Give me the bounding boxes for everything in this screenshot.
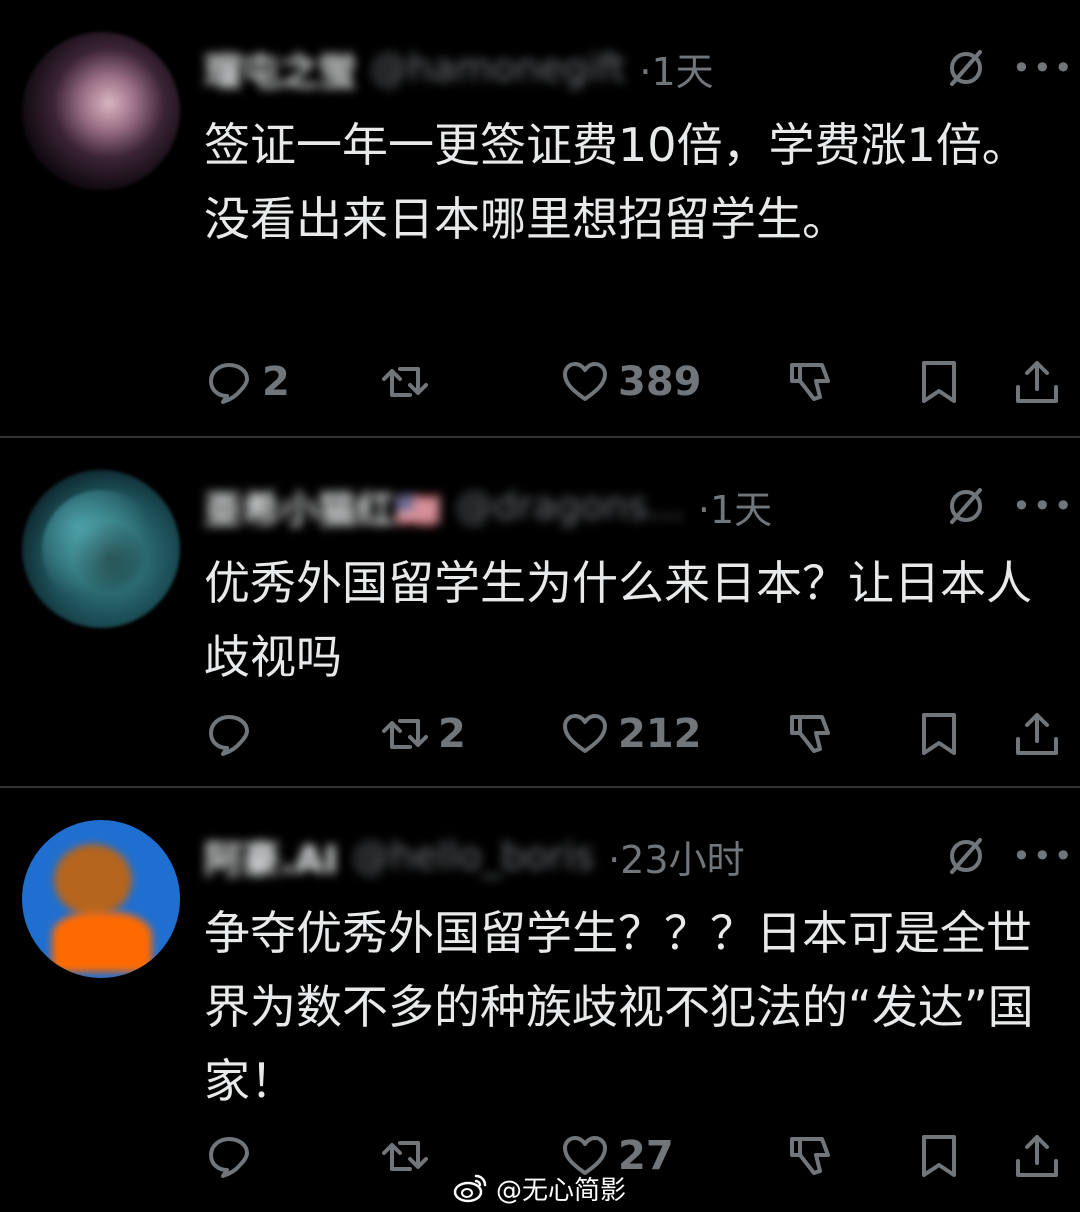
retweet-button[interactable] [380, 352, 438, 412]
more-icon[interactable]: ••• [1012, 838, 1073, 874]
more-icon[interactable]: ••• [1012, 488, 1073, 524]
bookmark-icon [922, 1135, 956, 1177]
share-icon [1016, 361, 1058, 403]
action-bar: 2 389 [204, 352, 1064, 412]
timestamp[interactable]: ·23小时 [608, 829, 744, 884]
like-count: 212 [618, 711, 702, 757]
reply-count: 2 [262, 359, 290, 405]
like-count: 27 [618, 1133, 674, 1179]
tweet-header: 瑠屯之蛍 @hamonegift ·1天 [204, 40, 714, 96]
more-icon[interactable]: ••• [1012, 50, 1073, 86]
reply-icon [209, 363, 249, 404]
dislike-icon [790, 363, 830, 401]
like-button[interactable]: 212 [560, 704, 702, 764]
bookmark-button[interactable] [914, 352, 964, 412]
share-icon [1016, 713, 1058, 755]
watermark: @无心简影 [452, 1168, 626, 1208]
tweet-item[interactable]: 阿豪.AI @hello_boris ·23小时 ••• 争夺优秀外国留学生？？… [0, 788, 1080, 1212]
tweet-text: 优秀外国留学生为什么来日本？让日本人歧视吗 [204, 556, 1032, 684]
bookmark-button[interactable] [914, 704, 964, 764]
reply-button[interactable]: 2 [204, 352, 290, 412]
reply-icon [209, 715, 249, 756]
dislike-icon [790, 1137, 830, 1175]
action-bar: 2 212 [204, 704, 1064, 764]
display-name[interactable]: 瑠屯之蛍 [204, 41, 356, 96]
like-count: 389 [618, 359, 702, 405]
reply-button[interactable] [204, 1126, 262, 1186]
grok-icon[interactable] [944, 46, 988, 90]
like-button[interactable]: 389 [560, 352, 702, 412]
reply-icon [209, 1137, 249, 1178]
tweet-item[interactable]: 亜希小猫红🇺🇸 @dragons... ·1天 ••• 优秀外国留学生为什么来日… [0, 438, 1080, 788]
share-button[interactable] [1012, 352, 1062, 412]
bookmark-icon [922, 713, 956, 755]
retweet-icon [382, 1141, 428, 1171]
tweet-header: 亜希小猫红🇺🇸 @dragons... ·1天 [204, 478, 772, 534]
user-handle[interactable]: @dragons... [455, 484, 684, 528]
retweet-button[interactable] [380, 1126, 438, 1186]
display-name[interactable]: 亜希小猫红🇺🇸 [204, 479, 441, 534]
bookmark-button[interactable] [914, 1126, 964, 1186]
retweet-count: 2 [438, 711, 466, 757]
action-bar: 27 [204, 1126, 1064, 1186]
retweet-icon [382, 367, 428, 397]
avatar-bear-head [54, 844, 132, 916]
dislike-button[interactable] [784, 1126, 834, 1186]
heart-icon [563, 714, 607, 753]
avatar[interactable] [22, 470, 180, 628]
grok-icon[interactable] [944, 484, 988, 528]
watermark-text: @无心简影 [496, 1175, 627, 1206]
tweet-header: 阿豪.AI @hello_boris ·23小时 [204, 828, 745, 884]
heart-icon [563, 362, 607, 401]
avatar[interactable] [22, 32, 180, 190]
share-button[interactable] [1012, 704, 1062, 764]
user-handle[interactable]: @hello_boris [352, 834, 594, 878]
grok-icon[interactable] [944, 834, 988, 878]
user-handle[interactable]: @hamonegift [370, 46, 625, 90]
avatar-bear-body [52, 912, 152, 972]
retweet-button[interactable]: 2 [380, 704, 466, 764]
share-button[interactable] [1012, 1126, 1062, 1186]
reply-button[interactable] [204, 704, 262, 764]
dislike-button[interactable] [784, 352, 834, 412]
bookmark-icon [922, 361, 956, 403]
tweet-text: 签证一年一更签证费10倍，学费涨1倍。没看出来日本哪里想招留学生。 [204, 118, 1028, 246]
weibo-icon [453, 1174, 487, 1203]
dislike-icon [790, 715, 830, 753]
tweet-item[interactable]: 瑠屯之蛍 @hamonegift ·1天 ••• 签证一年一更签证费10倍，学费… [0, 0, 1080, 438]
retweet-icon [382, 719, 428, 749]
dislike-button[interactable] [784, 704, 834, 764]
display-name[interactable]: 阿豪.AI [204, 829, 338, 884]
share-icon [1016, 1135, 1058, 1177]
timestamp[interactable]: ·1天 [639, 41, 713, 96]
tweet-text: 争夺优秀外国留学生？？？日本可是全世界为数不多的种族歧视不犯法的“发达”国家！ [204, 906, 1034, 1108]
avatar[interactable] [22, 820, 180, 978]
timestamp[interactable]: ·1天 [698, 479, 772, 534]
